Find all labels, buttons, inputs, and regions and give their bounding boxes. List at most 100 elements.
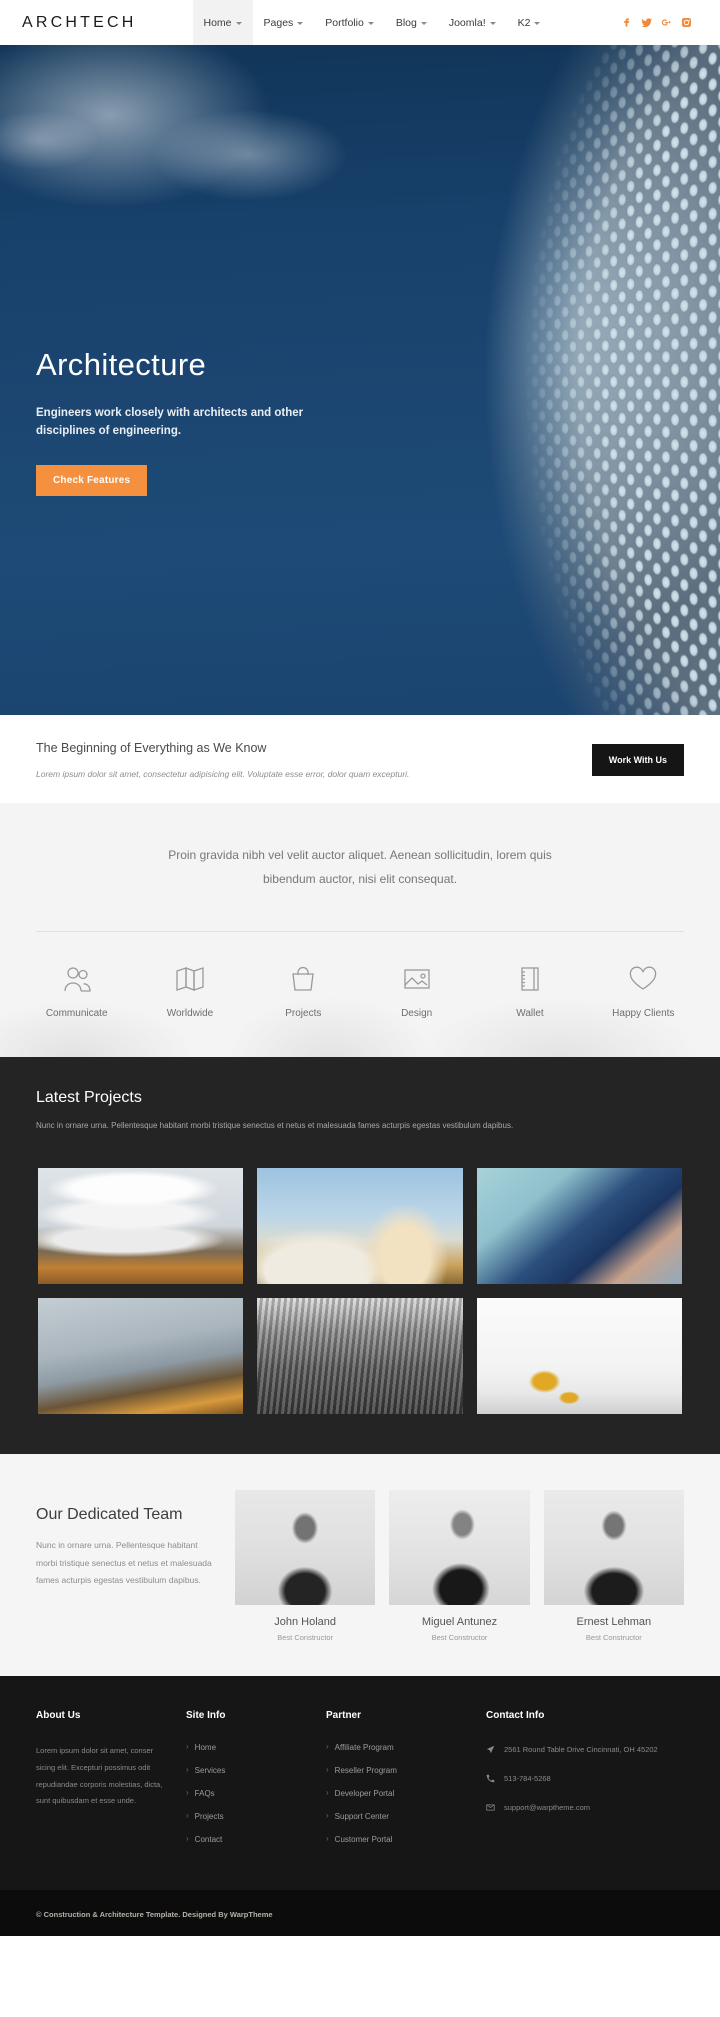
chevron-down-icon [367,22,374,25]
feature-happy-clients[interactable]: Happy Clients [587,962,700,1019]
footer-link-support-center[interactable]: › Support Center [326,1812,486,1821]
nav-item-joomla[interactable]: Joomla! [438,0,507,45]
footer-link-home[interactable]: › Home [186,1743,326,1752]
nav-label: Portfolio [325,16,364,29]
footer-link-label: Affiliate Program [334,1742,394,1752]
footer-link-affiliate-program[interactable]: › Affiliate Program [326,1743,486,1752]
envelope-icon [486,1804,495,1811]
check-features-button[interactable]: Check Features [36,464,148,496]
nav-item-home[interactable]: Home [192,0,253,45]
feature-worldwide[interactable]: Worldwide [133,962,246,1019]
heart-icon [587,962,700,996]
hero-banner: Architecture Engineers work closely with… [0,45,720,715]
team-section: Our Dedicated Team Nunc in ornare urna. … [0,1453,720,1676]
intro-paragraph: Proin gravida nibh vel velit auctor aliq… [168,848,552,886]
project-thumbnail-6[interactable] [476,1297,682,1414]
chevron-down-icon [420,22,427,25]
chevron-right-icon: › [326,1811,329,1821]
footer-column-contact: Contact Info 2561 Round Table Drive Cinc… [486,1710,684,1858]
feature-list: Communicate Worldwide Projects Design Wa… [0,962,720,1019]
nav-item-portfolio[interactable]: Portfolio [314,0,385,45]
main-navigation: Home Pages Portfolio Blog Joomla! K2 [192,0,552,45]
footer-email-row[interactable]: support@warptheme.com [486,1801,684,1815]
feature-label: Projects [285,1008,322,1019]
nav-label: Pages [263,16,294,29]
project-thumbnail-3[interactable] [476,1167,682,1284]
beginning-title: The Beginning of Everything as We Know [36,741,267,755]
site-footer: About Us Lorem ipsum dolor sit amet, con… [0,1675,720,1890]
instagram-icon[interactable] [681,17,692,28]
nav-label: Joomla! [448,16,486,29]
copyright-bar: © Construction & Architecture Template. … [0,1889,720,1936]
google-plus-icon[interactable] [661,17,672,28]
latest-projects-section: Latest Projects Nunc in ornare urna. Pel… [0,1057,720,1454]
footer-column-about: About Us Lorem ipsum dolor sit amet, con… [36,1710,186,1858]
chevron-right-icon: › [186,1788,189,1798]
phone-icon [486,1774,495,1782]
footer-column-title: Contact Info [486,1709,545,1721]
nav-item-pages[interactable]: Pages [253,0,315,45]
feature-wallet[interactable]: Wallet [473,962,586,1019]
feature-communicate[interactable]: Communicate [20,962,133,1019]
member-name: Ernest Lehman [576,1615,652,1628]
hero-title: Architecture [36,347,207,382]
project-thumbnail-2[interactable] [257,1167,463,1284]
footer-link-projects[interactable]: › Projects [186,1812,326,1821]
member-avatar[interactable] [389,1489,530,1605]
chevron-down-icon [534,22,541,25]
footer-column-title: Site Info [186,1709,226,1721]
site-header: ARCHTECH Home Pages Portfolio Blog Jooml… [0,0,720,45]
footer-address-row: 2561 Round Table Drive Cincinnati, OH 45… [486,1743,684,1757]
projects-title: Latest Projects [36,1089,142,1106]
footer-link-reseller-program[interactable]: › Reseller Program [326,1766,486,1775]
feature-label: Wallet [516,1008,544,1019]
page-root: ARCHTECH Home Pages Portfolio Blog Jooml… [0,0,720,1936]
footer-column-site-info: Site Info › Home › Services › FAQs › Project… [186,1710,326,1858]
feature-projects[interactable]: Projects [247,962,360,1019]
work-with-us-button[interactable]: Work With Us [591,744,684,776]
member-role: Best Constructor [585,1632,642,1642]
footer-column-title: About Us [36,1709,81,1721]
beginning-text-block: The Beginning of Everything as We Know L… [36,741,592,779]
nav-item-k2[interactable]: K2 [507,0,552,45]
footer-link-developer-portal[interactable]: › Developer Portal [326,1789,486,1798]
bag-icon [247,962,360,996]
team-intro: Our Dedicated Team Nunc in ornare urna. … [0,1490,235,1591]
feature-label: Communicate [45,1008,108,1019]
chevron-right-icon: › [326,1742,329,1752]
footer-link-contact[interactable]: › Contact [186,1835,326,1844]
feature-label: Happy Clients [612,1008,675,1019]
facebook-icon[interactable] [621,17,632,28]
site-logo[interactable]: ARCHTECH [22,14,137,32]
hero-content: Architecture Engineers work closely with… [36,347,366,496]
member-avatar[interactable] [543,1489,684,1605]
member-role: Best Constructor [277,1632,334,1642]
social-links [621,17,698,28]
footer-link-faqs[interactable]: › FAQs [186,1789,326,1798]
nav-item-blog[interactable]: Blog [385,0,438,45]
chevron-right-icon: › [186,1811,189,1821]
feature-design[interactable]: Design [360,962,473,1019]
intro-features-section: Proin gravida nibh vel velit auctor aliq… [0,803,720,1057]
footer-email: support@warptheme.com [504,1802,590,1812]
chevron-right-icon: › [326,1834,329,1844]
footer-phone-row[interactable]: 513-784-5268 [486,1772,684,1786]
project-thumbnail-5[interactable] [257,1297,463,1414]
hero-subtitle: Engineers work closely with architects a… [36,407,304,437]
footer-link-label: Developer Portal [334,1788,395,1798]
footer-link-services[interactable]: › Services [186,1766,326,1775]
nav-label: Home [203,16,232,29]
chevron-down-icon [235,22,242,25]
footer-phone: 513-784-5268 [504,1773,551,1783]
footer-link-customer-portal[interactable]: › Customer Portal [326,1835,486,1844]
project-thumbnail-1[interactable] [38,1167,244,1284]
nav-label: Blog [395,16,417,29]
chevron-down-icon [489,22,496,25]
project-thumbnail-4[interactable] [38,1297,244,1414]
member-avatar[interactable] [235,1489,376,1605]
projects-subtitle: Nunc in ornare urna. Pellentesque habita… [36,1121,514,1130]
twitter-icon[interactable] [641,17,652,28]
footer-link-label: Reseller Program [334,1765,397,1775]
member-role: Best Constructor [431,1632,488,1642]
footer-column-partner: Partner › Affiliate Program › Reseller Pro… [326,1710,486,1858]
